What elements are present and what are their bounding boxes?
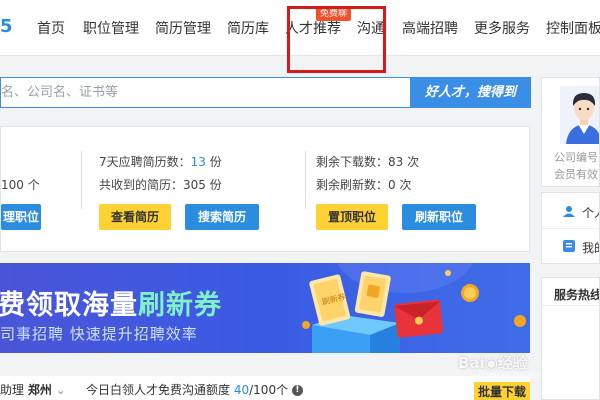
nav-item-resume-library[interactable]: 简历库	[227, 18, 269, 38]
total-resume-label: 共收到的简历：	[99, 178, 184, 192]
menu-item-personal[interactable]: 个人	[582, 204, 599, 221]
remaining-downloads-unit: 次	[407, 155, 420, 169]
job-selector[interactable]: 助理 郑州 ⌄	[0, 381, 66, 398]
search-button[interactable]: 好人才，搜得到	[410, 77, 531, 108]
search-resumes-button[interactable]: 搜索简历	[185, 204, 259, 230]
total-resume-value: 305	[183, 178, 206, 192]
nav-item-control-panel[interactable]: 控制面板	[546, 18, 600, 38]
nav-item-home[interactable]: 首页	[37, 18, 65, 38]
user-icon	[563, 206, 575, 217]
banner-title: 费领取海量刷新券	[0, 283, 222, 322]
banner-title-prefix: 费领取海量	[0, 290, 138, 321]
account-menu-card: 个人 我的	[541, 192, 600, 264]
nav-item-high-end-recruit[interactable]: 高端招聘	[402, 18, 458, 38]
quota-used: 40	[233, 383, 250, 397]
total-resume-stat: 共收到的简历：305 份	[99, 176, 222, 193]
weekly-resume-stat: 7天应聘简历数：13 份	[99, 153, 222, 170]
view-resumes-button[interactable]: 查看简历	[99, 204, 171, 230]
nav-item-job-management[interactable]: 职位管理	[83, 18, 139, 38]
remaining-downloads-stat: 剩余下载数：83 次	[316, 153, 419, 170]
refresh-jobs-button[interactable]: 刷新职位	[402, 204, 476, 230]
stats-card: 100 个 理职位 7天应聘简历数：13 份 共收到的简历：305 份 查看简历…	[0, 126, 530, 252]
profile-card: 公司编号 会员有效	[541, 77, 600, 187]
menu-item-mine[interactable]: 我的	[582, 239, 599, 256]
weekly-resume-label: 7天应聘简历数：	[99, 155, 191, 169]
site-logo[interactable]: 5	[0, 16, 13, 37]
watermark-url: jingyan.baidu.com	[478, 371, 562, 381]
total-resume-unit: 份	[209, 178, 222, 192]
search-input[interactable]	[1, 78, 409, 107]
remaining-downloads-label: 剩余下载数：	[316, 155, 389, 169]
top-job-button[interactable]: 置顶职位	[316, 204, 388, 230]
company-id-label: 公司编号	[554, 151, 598, 164]
job-count-stat: 100 个	[1, 176, 40, 193]
service-divider	[542, 305, 599, 306]
job-count-value: 100	[1, 178, 24, 192]
manage-jobs-button[interactable]: 理职位	[1, 204, 41, 230]
stats-divider	[305, 151, 306, 209]
weekly-resume-unit: 份	[209, 155, 222, 169]
banner-subtitle: 司事招聘 快速提升招聘效率	[0, 325, 198, 343]
stats-divider	[81, 151, 82, 209]
weekly-resume-value: 13	[190, 155, 206, 169]
nav-item-more-services[interactable]: 更多服务	[474, 18, 530, 38]
member-validity-label: 会员有效	[554, 168, 598, 181]
highlight-annotation-box	[287, 6, 386, 73]
info-icon[interactable]: !	[291, 385, 303, 396]
nav-item-resume-management[interactable]: 简历管理	[155, 18, 211, 38]
remaining-downloads-value: 83	[388, 155, 404, 169]
remaining-refresh-unit: 次	[399, 178, 412, 192]
document-icon	[563, 240, 575, 252]
coupon-illustration: 刷新券	[302, 263, 526, 353]
refresh-coupon-banner[interactable]: 费领取海量刷新券 司事招聘 快速提升招聘效率 刷新券	[0, 263, 530, 353]
service-hotline-title: 服务热线	[554, 288, 600, 302]
quota-label: 今日白领人才免费沟通额度	[86, 383, 231, 397]
remaining-refresh-value: 0	[388, 178, 396, 192]
city-selector[interactable]: 郑州	[28, 383, 52, 397]
remaining-refresh-label: 剩余刷新数：	[316, 178, 389, 192]
search-bar: 好人才，搜得到	[0, 77, 531, 108]
menu-divider	[542, 228, 599, 229]
job-title-fragment: 助理	[0, 383, 25, 397]
job-count-unit: 个	[27, 178, 40, 192]
quota-total: /100个	[249, 383, 289, 397]
baidu-jingyan-watermark: Bai◉经验	[458, 354, 528, 372]
talent-filter-bar: 助理 郑州 ⌄ 今日白领人才免费沟通额度 40/100个 !	[0, 376, 530, 400]
bulk-download-button[interactable]: 批量下载	[474, 382, 530, 400]
banner-title-highlight: 刷新券	[138, 290, 222, 321]
chevron-down-icon: ⌄	[55, 383, 66, 397]
service-hotline-card: 服务热线	[541, 277, 600, 400]
remaining-refresh-stat: 剩余刷新数：0 次	[316, 176, 412, 193]
avatar[interactable]	[560, 86, 600, 144]
chat-quota: 今日白领人才免费沟通额度 40/100个 !	[86, 381, 303, 398]
